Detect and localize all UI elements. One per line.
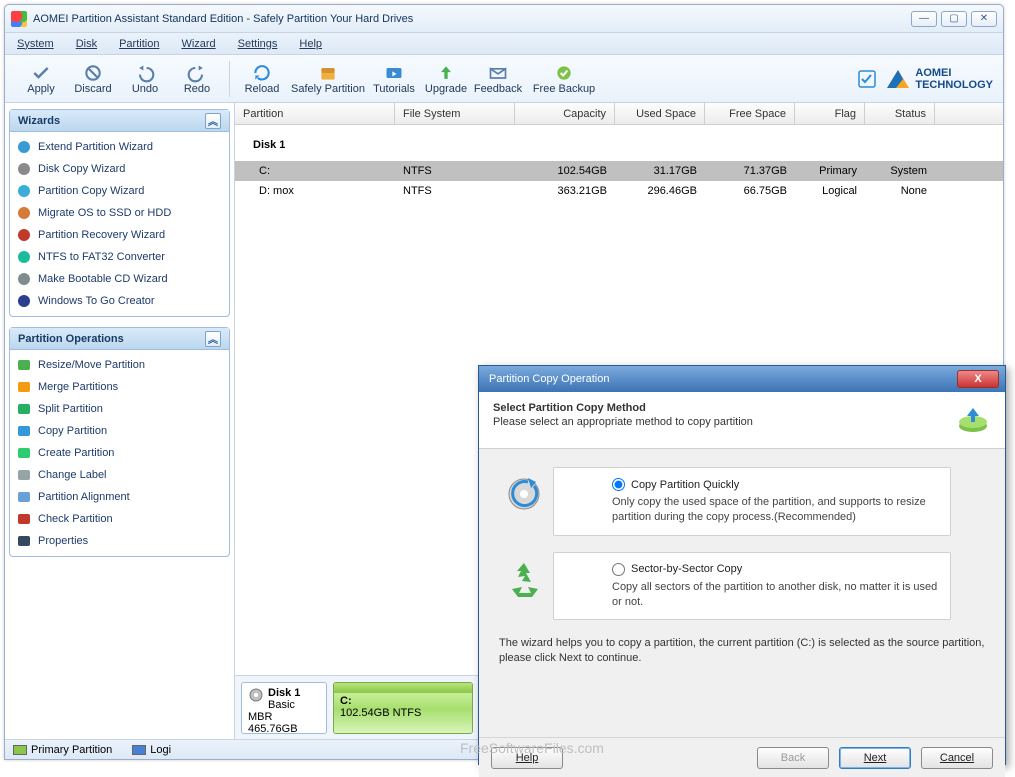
- legend-primary: Primary Partition: [13, 744, 112, 756]
- grid-header: Partition File System Capacity Used Spac…: [235, 103, 1003, 125]
- operation-item[interactable]: Split Partition: [16, 398, 223, 420]
- dialog-subheading: Please select an appropriate method to c…: [493, 416, 955, 428]
- operation-item[interactable]: Resize/Move Partition: [16, 354, 223, 376]
- option-sector-copy[interactable]: Sector-by-Sector Copy Copy all sectors o…: [553, 552, 951, 621]
- disk-label[interactable]: Disk 1: [235, 135, 1003, 161]
- table-row[interactable]: C:NTFS102.54GB31.17GB71.37GBPrimarySyste…: [235, 161, 1003, 181]
- operation-item[interactable]: Copy Partition: [16, 420, 223, 442]
- safely-partition-button[interactable]: Safely Partition: [288, 57, 368, 101]
- collapse-icon[interactable]: ︽: [205, 331, 221, 347]
- col-filesystem[interactable]: File System: [395, 103, 515, 124]
- minimize-button[interactable]: —: [911, 11, 937, 27]
- undo-button[interactable]: Undo: [119, 57, 171, 101]
- wizard-item[interactable]: Extend Partition Wizard: [16, 136, 223, 158]
- wizard-item[interactable]: Partition Copy Wizard: [16, 180, 223, 202]
- menu-system[interactable]: System: [17, 38, 54, 50]
- app-icon: [11, 11, 27, 27]
- brand-logo: AOMEITECHNOLOGY: [885, 67, 993, 91]
- dialog-close-button[interactable]: X: [957, 370, 999, 388]
- feedback-button[interactable]: Feedback: [472, 57, 524, 101]
- menu-settings[interactable]: Settings: [238, 38, 278, 50]
- radio-sector-copy[interactable]: [612, 563, 625, 576]
- option-copy-quickly[interactable]: Copy Partition Quickly Only copy the use…: [553, 467, 951, 536]
- wizard-item[interactable]: Make Bootable CD Wizard: [16, 268, 223, 290]
- dialog-footnote: The wizard helps you to copy a partition…: [499, 636, 985, 666]
- operation-item[interactable]: Create Partition: [16, 442, 223, 464]
- col-capacity[interactable]: Capacity: [515, 103, 615, 124]
- legend-logical: Logi: [132, 744, 171, 756]
- radio-copy-quickly[interactable]: [612, 478, 625, 491]
- titlebar: AOMEI Partition Assistant Standard Editi…: [5, 5, 1003, 33]
- maximize-button[interactable]: ▢: [941, 11, 967, 27]
- next-button[interactable]: Next: [839, 747, 911, 769]
- tutorials-button[interactable]: Tutorials: [368, 57, 420, 101]
- check-icon[interactable]: [857, 69, 877, 89]
- operation-item[interactable]: Check Partition: [16, 508, 223, 530]
- dialog-titlebar: Partition Copy Operation X: [479, 366, 1005, 392]
- back-button: Back: [757, 747, 829, 769]
- partition-icon: [955, 402, 991, 438]
- redo-button[interactable]: Redo: [171, 57, 223, 101]
- cd-refresh-icon: [504, 474, 544, 514]
- apply-button[interactable]: Apply: [15, 57, 67, 101]
- dialog-heading: Select Partition Copy Method: [493, 402, 955, 414]
- col-used[interactable]: Used Space: [615, 103, 705, 124]
- col-flag[interactable]: Flag: [795, 103, 865, 124]
- menu-disk[interactable]: Disk: [76, 38, 97, 50]
- operation-item[interactable]: Partition Alignment: [16, 486, 223, 508]
- reload-button[interactable]: Reload: [236, 57, 288, 101]
- disk-icon: [248, 687, 264, 703]
- wizards-panel: Wizards ︽ Extend Partition WizardDisk Cop…: [9, 109, 230, 317]
- dialog-title: Partition Copy Operation: [489, 373, 609, 385]
- table-row[interactable]: D: moxNTFS363.21GB296.46GB66.75GBLogical…: [235, 181, 1003, 201]
- opt2-description: Copy all sectors of the partition to ano…: [612, 580, 938, 610]
- wizard-item[interactable]: Migrate OS to SSD or HDD: [16, 202, 223, 224]
- operation-item[interactable]: Properties: [16, 530, 223, 552]
- discard-button[interactable]: Discard: [67, 57, 119, 101]
- opt1-description: Only copy the used space of the partitio…: [612, 495, 938, 525]
- partition-copy-dialog: Partition Copy Operation X Select Partit…: [478, 365, 1006, 765]
- wizard-item[interactable]: NTFS to FAT32 Converter: [16, 246, 223, 268]
- partition-bar-c[interactable]: C:102.54GB NTFS: [333, 682, 473, 734]
- operation-item[interactable]: Merge Partitions: [16, 376, 223, 398]
- ops-title: Partition Operations: [18, 333, 124, 345]
- operation-item[interactable]: Change Label: [16, 464, 223, 486]
- recycle-icon: [504, 559, 544, 599]
- menu-partition[interactable]: Partition: [119, 38, 159, 50]
- wizard-item[interactable]: Partition Recovery Wizard: [16, 224, 223, 246]
- menubar: System Disk Partition Wizard Settings He…: [5, 33, 1003, 55]
- watermark: FreeSoftwareFiles.com: [460, 740, 604, 756]
- disk-info[interactable]: Disk 1 Basic MBR 465.76GB: [241, 682, 327, 734]
- upgrade-button[interactable]: Upgrade: [420, 57, 472, 101]
- menu-help[interactable]: Help: [299, 38, 322, 50]
- cancel-button[interactable]: Cancel: [921, 747, 993, 769]
- wizard-item[interactable]: Disk Copy Wizard: [16, 158, 223, 180]
- close-button[interactable]: ✕: [971, 11, 997, 27]
- operations-panel: Partition Operations ︽ Resize/Move Partit…: [9, 327, 230, 557]
- menu-wizard[interactable]: Wizard: [181, 38, 215, 50]
- sidebar: Wizards ︽ Extend Partition WizardDisk Cop…: [5, 103, 235, 739]
- collapse-icon[interactable]: ︽: [205, 113, 221, 129]
- wizards-title: Wizards: [18, 115, 60, 127]
- toolbar: Apply Discard Undo Redo Reload Safely Pa…: [5, 55, 1003, 103]
- free-backup-button[interactable]: Free Backup: [524, 57, 604, 101]
- wizard-item[interactable]: Windows To Go Creator: [16, 290, 223, 312]
- col-status[interactable]: Status: [865, 103, 935, 124]
- col-partition[interactable]: Partition: [235, 103, 395, 124]
- col-free[interactable]: Free Space: [705, 103, 795, 124]
- window-title: AOMEI Partition Assistant Standard Editi…: [33, 13, 413, 25]
